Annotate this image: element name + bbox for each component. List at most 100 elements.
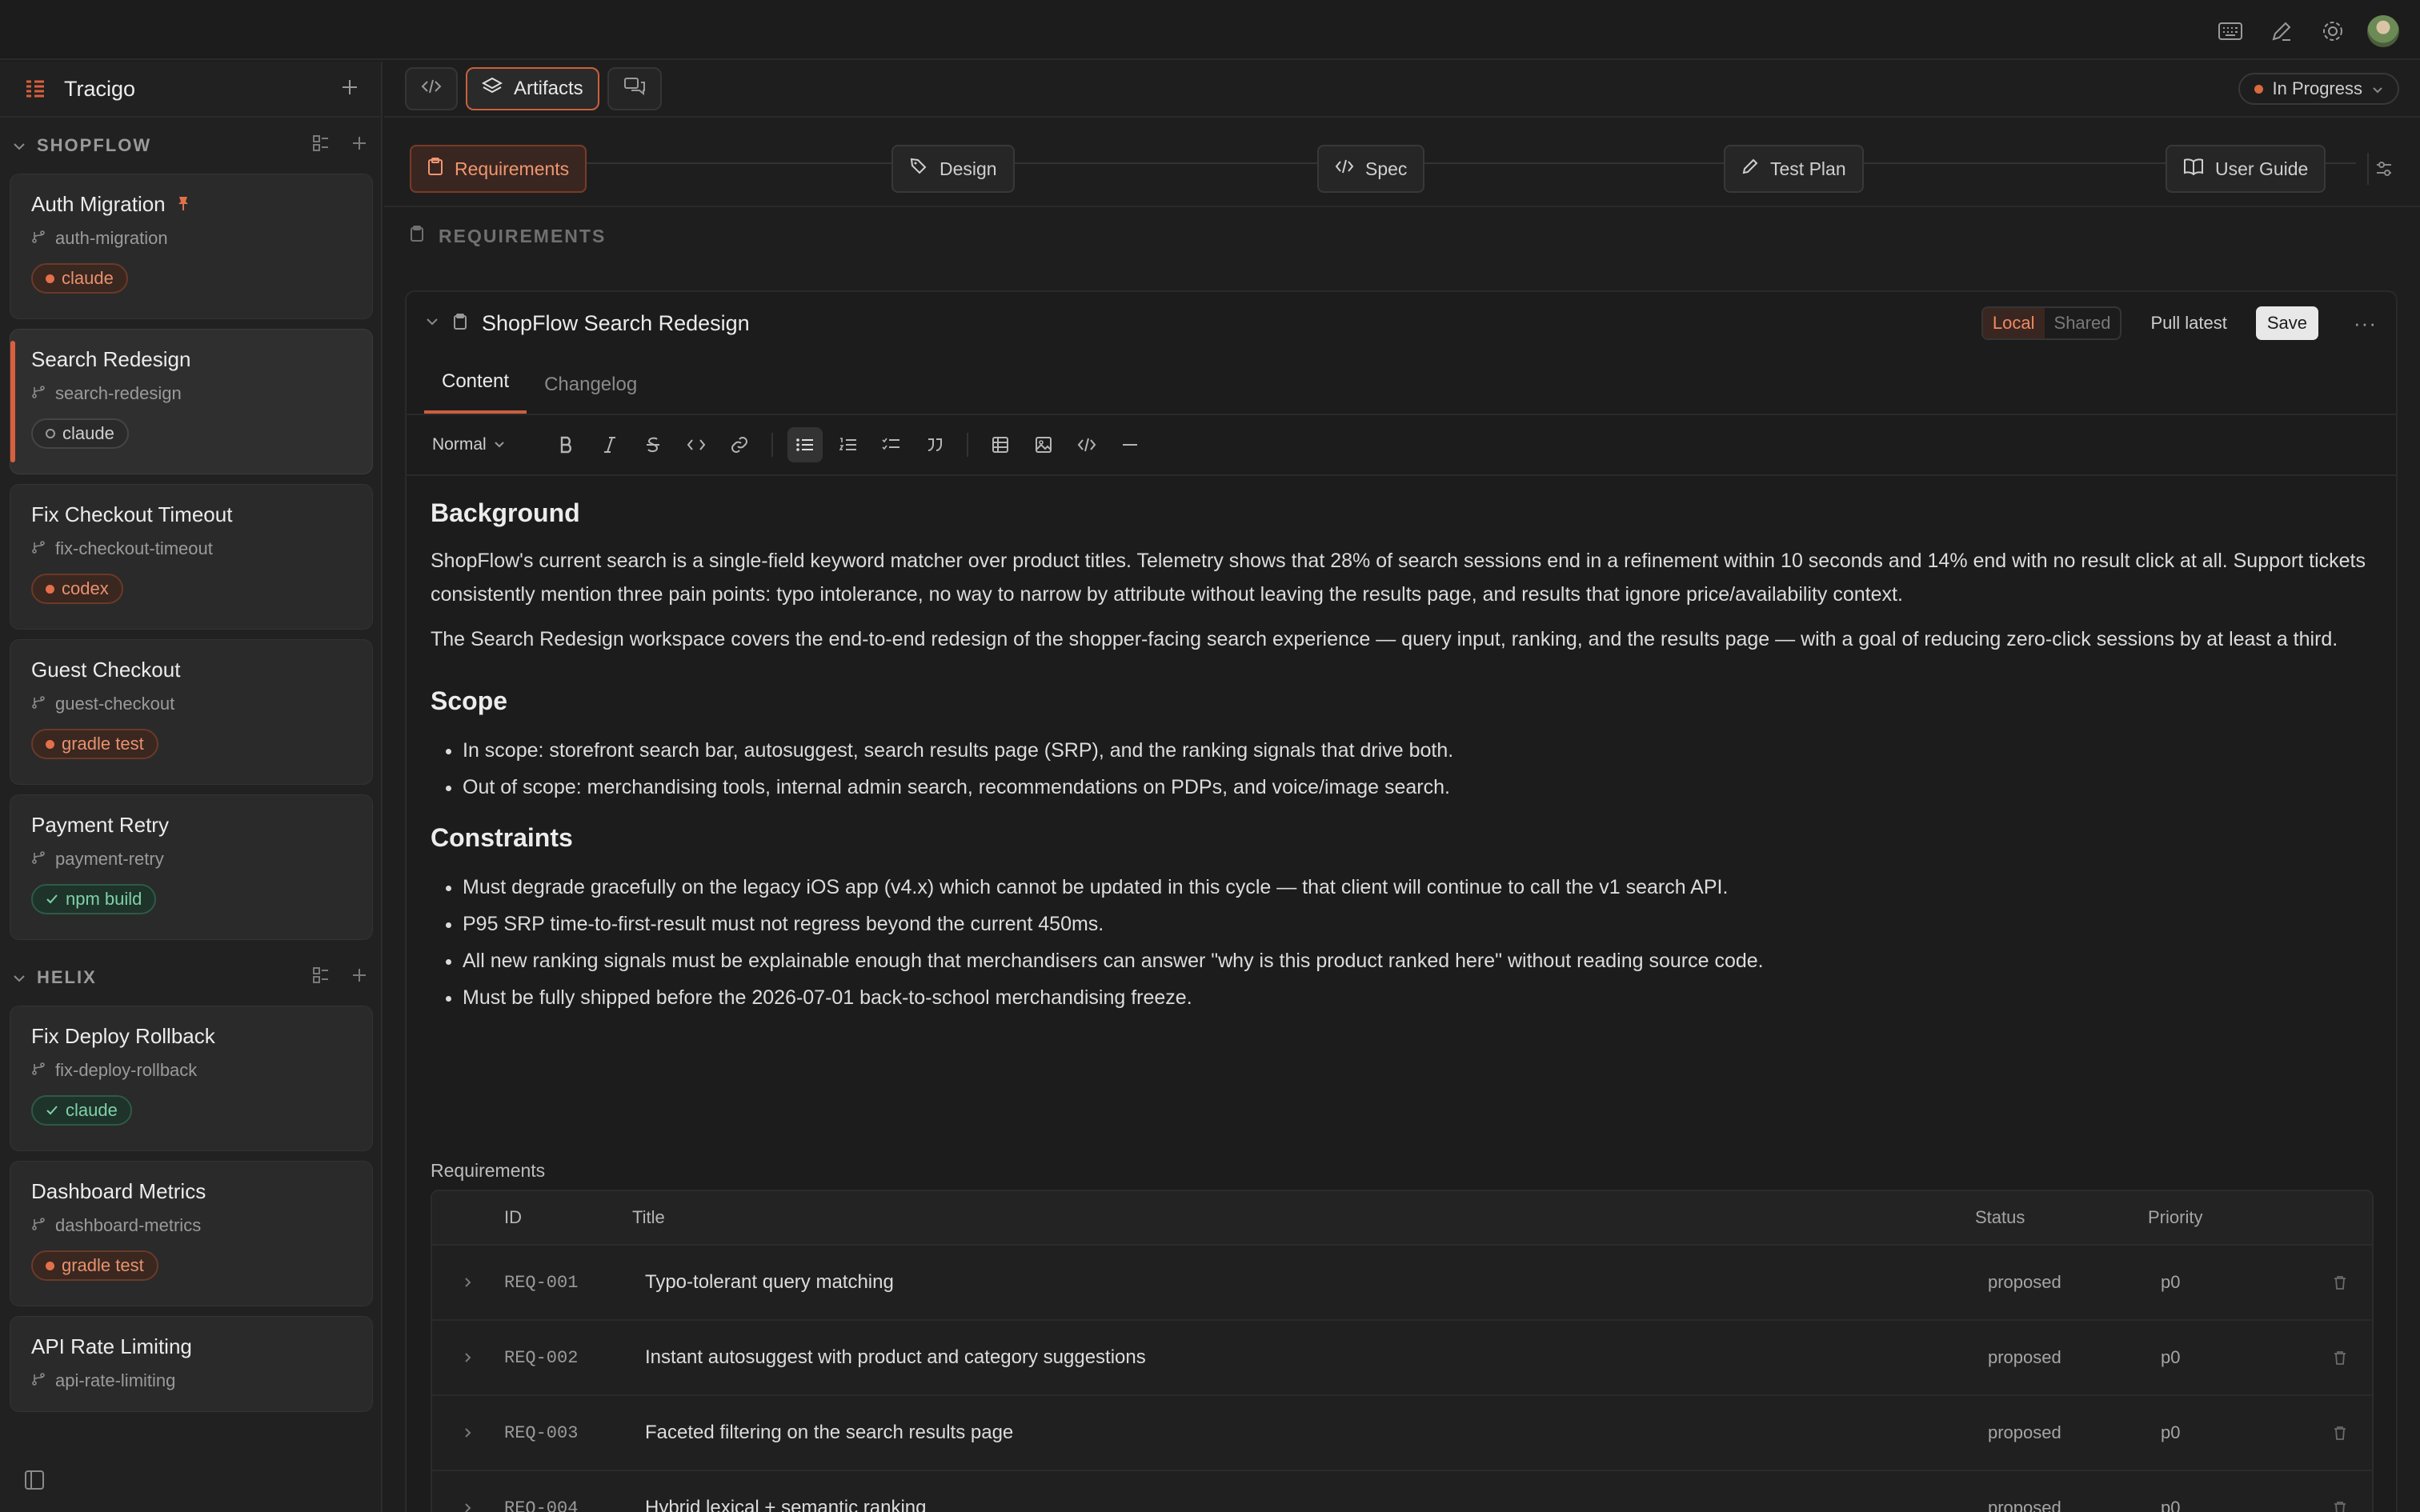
avatar[interactable] — [2367, 15, 2399, 47]
grid-icon[interactable] — [312, 134, 330, 157]
bullet-list-icon[interactable] — [787, 427, 823, 462]
req-status[interactable]: proposed — [1975, 1498, 2148, 1512]
code-view-button[interactable] — [405, 67, 458, 110]
workspace-card[interactable]: Fix Checkout Timeout fix-checkout-timeou… — [10, 484, 373, 630]
workspace-card[interactable]: Fix Deploy Rollback fix-deploy-rollback … — [10, 1006, 373, 1151]
inline-code-icon[interactable] — [679, 427, 714, 462]
add-icon[interactable] — [351, 966, 368, 989]
group-name: HELIX — [37, 967, 97, 987]
strikethrough-icon[interactable] — [635, 427, 671, 462]
table-row[interactable]: REQ-003 Faceted filtering on the search … — [432, 1396, 2372, 1471]
workspace-title: Fix Deploy Rollback — [31, 1024, 215, 1048]
add-workspace-icon[interactable] — [341, 78, 359, 100]
req-priority[interactable]: p0 — [2148, 1347, 2308, 1368]
step-test-plan[interactable]: Test Plan — [1724, 145, 1864, 193]
step-user-guide[interactable]: User Guide — [2166, 145, 2326, 193]
local-toggle[interactable]: Local — [1982, 308, 2045, 338]
workspace-card[interactable]: Auth Migration auth-migration claude — [10, 174, 373, 319]
req-status[interactable]: proposed — [1975, 1422, 2148, 1443]
workspace-card[interactable]: Search Redesign search-redesign claude — [10, 329, 373, 474]
table-row[interactable]: REQ-002 Instant autosuggest with product… — [432, 1321, 2372, 1396]
badge-label: codex — [62, 578, 109, 598]
table-row[interactable]: REQ-004 Hybrid lexical + semantic rankin… — [432, 1471, 2372, 1512]
brush-icon — [909, 157, 928, 181]
document-body[interactable]: Background ShopFlow's current search is … — [407, 476, 2396, 1016]
image-icon[interactable] — [1026, 427, 1061, 462]
req-title[interactable]: Hybrid lexical + semantic ranking — [632, 1497, 1975, 1512]
checklist-icon[interactable] — [874, 427, 909, 462]
branch-icon — [31, 228, 46, 249]
numbered-list-icon[interactable] — [831, 427, 866, 462]
branch-icon — [31, 538, 46, 559]
req-id: REQ-002 — [504, 1347, 579, 1368]
pull-latest-button[interactable]: Pull latest — [2150, 313, 2226, 334]
list-item: All new ranking signals must be explaina… — [463, 942, 2372, 979]
chevron-right-icon[interactable] — [432, 1277, 504, 1288]
chevron-down-icon[interactable] — [13, 967, 26, 988]
paragraph: ShopFlow's current search is a single-fi… — [431, 550, 2366, 606]
table-row[interactable]: REQ-001 Typo-tolerant query matching pro… — [432, 1246, 2372, 1321]
workspace-card[interactable]: Payment Retry payment-retry npm build — [10, 794, 373, 940]
branch-name: dashboard-metrics — [55, 1215, 202, 1235]
req-priority[interactable]: p0 — [2148, 1272, 2308, 1293]
trash-icon[interactable] — [2308, 1501, 2372, 1512]
collapse-sidebar-icon[interactable] — [24, 1470, 45, 1494]
scope-list: In scope: storefront search bar, autosug… — [463, 732, 2372, 806]
shared-toggle[interactable]: Shared — [2045, 308, 2121, 338]
step-requirements[interactable]: Requirements — [410, 145, 587, 193]
code-block-icon[interactable] — [1069, 427, 1104, 462]
chevron-right-icon[interactable] — [432, 1352, 504, 1363]
trash-icon[interactable] — [2308, 1426, 2372, 1440]
step-design[interactable]: Design — [891, 145, 1015, 193]
trash-icon[interactable] — [2308, 1350, 2372, 1365]
group-header-shopflow[interactable]: SHOPFLOW — [0, 118, 381, 174]
chat-view-button[interactable] — [607, 67, 662, 110]
italic-icon[interactable] — [592, 427, 627, 462]
req-status[interactable]: proposed — [1975, 1272, 2148, 1293]
trash-icon[interactable] — [2308, 1275, 2372, 1290]
quote-icon[interactable] — [917, 427, 952, 462]
req-title[interactable]: Faceted filtering on the search results … — [632, 1422, 1975, 1444]
branch-name: search-redesign — [55, 383, 182, 403]
workspace-title: Guest Checkout — [31, 658, 181, 682]
save-button[interactable]: Save — [2255, 306, 2319, 340]
chevron-right-icon[interactable] — [432, 1502, 504, 1512]
table-icon[interactable] — [983, 427, 1018, 462]
pin-icon — [177, 192, 190, 217]
badge-label: npm build — [66, 889, 142, 909]
workspace-card[interactable]: Guest Checkout guest-checkout gradle tes… — [10, 639, 373, 785]
req-title[interactable]: Typo-tolerant query matching — [632, 1271, 1975, 1294]
more-options-icon[interactable]: ··· — [2354, 311, 2377, 336]
gear-icon[interactable] — [2316, 14, 2350, 48]
branch-icon — [31, 694, 46, 714]
step-spec[interactable]: Spec — [1317, 145, 1425, 193]
chevron-right-icon[interactable] — [432, 1427, 504, 1438]
list-item: Must be fully shipped before the 2026-07… — [463, 979, 2372, 1016]
step-label: Requirements — [455, 158, 570, 179]
tab-changelog[interactable]: Changelog — [527, 374, 655, 414]
req-priority[interactable]: p0 — [2148, 1422, 2308, 1443]
workspace-card[interactable]: API Rate Limiting api-rate-limiting — [10, 1316, 373, 1412]
link-icon[interactable] — [722, 427, 757, 462]
bold-icon[interactable] — [549, 427, 584, 462]
req-priority[interactable]: p0 — [2148, 1498, 2308, 1512]
group-header-helix[interactable]: HELIX — [0, 950, 381, 1006]
req-status[interactable]: proposed — [1975, 1347, 2148, 1368]
add-icon[interactable] — [351, 134, 368, 157]
workspace-card[interactable]: Dashboard Metrics dashboard-metrics grad… — [10, 1161, 373, 1306]
req-title[interactable]: Instant autosuggest with product and cat… — [632, 1346, 1975, 1369]
artifacts-tab-button[interactable]: Artifacts — [466, 67, 599, 110]
agent-badge: gradle test — [31, 1250, 158, 1281]
keyboard-icon[interactable] — [2214, 14, 2247, 48]
pencil-icon[interactable] — [2265, 14, 2298, 48]
horizontal-rule-icon[interactable] — [1112, 427, 1148, 462]
chevron-down-icon[interactable] — [426, 316, 439, 330]
chevron-down-icon[interactable] — [13, 135, 26, 156]
status-dropdown[interactable]: In Progress — [2238, 73, 2399, 105]
agent-badge: claude — [31, 263, 128, 294]
main-area: Artifacts In Progress Requirements Desig… — [384, 62, 2420, 1512]
block-format-select[interactable]: Normal — [432, 435, 504, 454]
sliders-icon[interactable] — [2367, 153, 2399, 185]
tab-content[interactable]: Content — [424, 370, 527, 414]
grid-icon[interactable] — [312, 966, 330, 989]
